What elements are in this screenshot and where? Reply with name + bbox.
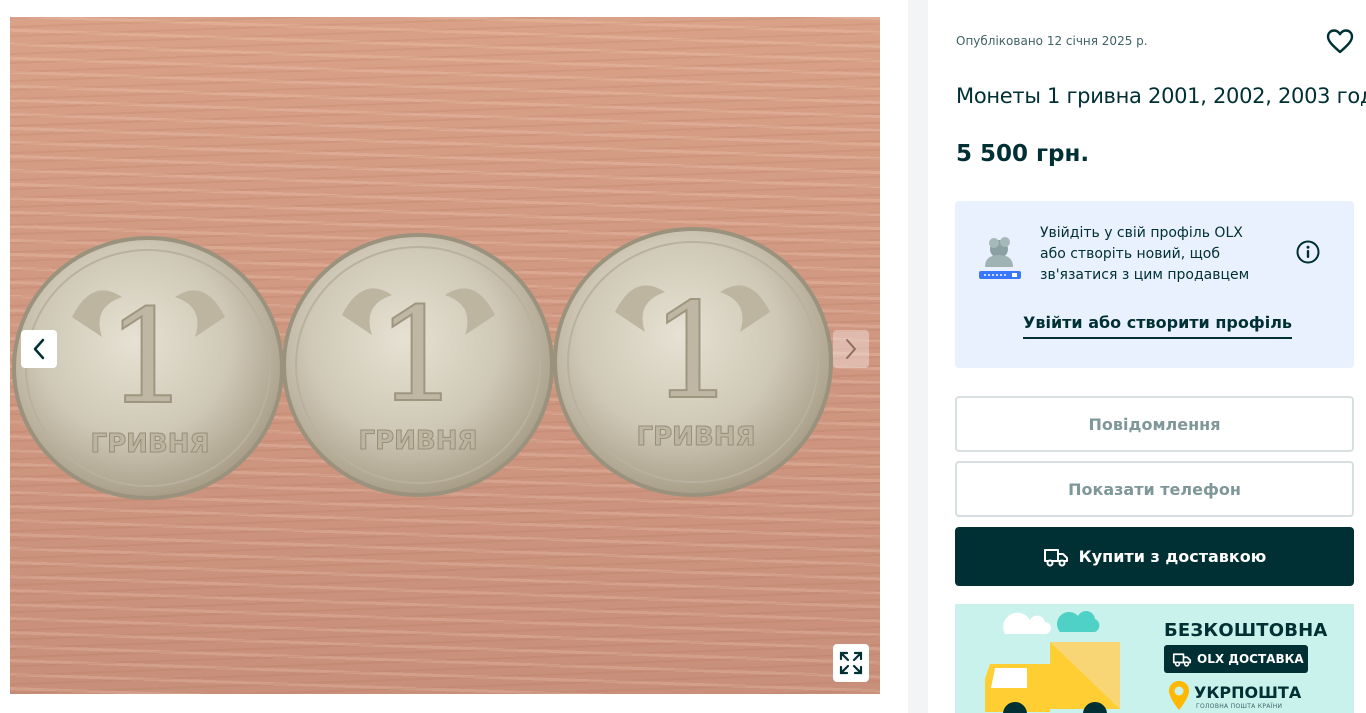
olx-delivery-badge: OLX ДОСТАВКА [1164,645,1308,673]
coins-illustration: 1 ГРИВНЯ 1 ГРИВНЯ 1 ГРИВНЯ [12,227,833,500]
delivery-truck-icon [1043,548,1068,566]
coin-1: 1 ГРИВНЯ [12,236,284,500]
delivery-truck-illustration [985,611,1120,713]
ad-details-panel: Опубліковано 12 січня 2025 р. Монеты 1 г… [928,0,1366,713]
ad-price: 5 500 грн. [956,141,1090,167]
photo-gallery: 1 ГРИВНЯ 1 ГРИВНЯ 1 ГРИВНЯ [0,0,908,713]
coin-3: 1 ГРИВНЯ [553,227,833,497]
info-icon[interactable] [1295,239,1321,265]
next-photo-button[interactable] [833,330,869,368]
login-link[interactable]: Увійти або створити профіль [1023,313,1293,339]
coin-2: 1 ГРИВНЯ [282,233,554,497]
coin-1-text: ГРИВНЯ [91,429,210,459]
coin-3-text: ГРИВНЯ [637,422,756,452]
fullscreen-button[interactable] [833,644,869,682]
free-delivery-banner[interactable]: БЕЗКОШТОВНА OLX ДОСТАВКА УКРПОШТА ГОЛОВН… [955,604,1354,713]
chevron-left-icon [33,338,45,360]
ukrposhta-tagline: ГОЛОВНА ПОШТА КРАЇНИ [1196,703,1283,710]
listing-photo[interactable]: 1 ГРИВНЯ 1 ГРИВНЯ 1 ГРИВНЯ [10,17,880,694]
user-profile-icon [979,237,1021,279]
login-prompt: Увійдіть у свій профіль OLX або створіть… [955,201,1354,368]
page: 1 ГРИВНЯ 1 ГРИВНЯ 1 ГРИВНЯ Опубліковано … [0,0,1366,713]
ad-title: Монеты 1 гривна 2001, 2002, 2003 год [956,84,1366,108]
login-prompt-text: Увійдіть у свій профіль OLX або створіть… [1040,225,1250,283]
free-label: БЕЗКОШТОВНА [1164,620,1328,641]
prev-photo-button[interactable] [21,330,57,368]
coin-2-text: ГРИВНЯ [359,426,478,456]
posted-date: Опубліковано 12 січня 2025 р. [956,34,1148,48]
coin-3-value: 1 [651,275,735,429]
expand-icon [839,651,863,675]
coin-2-value: 1 [377,279,460,431]
buy-with-delivery-label: Купити з доставкою [1078,547,1267,566]
heart-icon[interactable] [1326,28,1354,54]
location-pin-icon [1169,681,1189,710]
chevron-right-icon [846,339,856,359]
ukrposhta-name: УКРПОШТА [1194,683,1302,702]
message-button[interactable]: Повідомлення [955,396,1354,452]
buy-with-delivery-button[interactable]: Купити з доставкою [955,527,1354,586]
delivery-truck-icon [1172,652,1192,667]
ukrposhta-logo: УКРПОШТА ГОЛОВНА ПОШТА КРАЇНИ [1168,680,1338,712]
olx-delivery-label: OLX ДОСТАВКА [1197,652,1304,666]
show-phone-button[interactable]: Показати телефон [955,461,1354,517]
coin-1-value: 1 [107,281,190,433]
